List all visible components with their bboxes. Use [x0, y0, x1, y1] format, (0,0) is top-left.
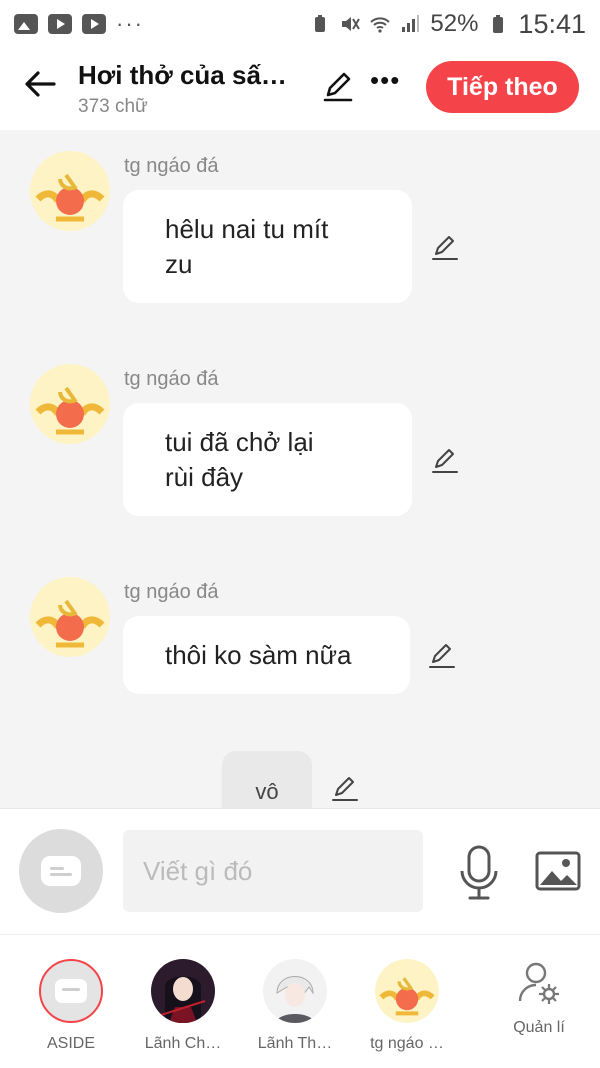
status-bar: ··· 52% 15:41 [0, 0, 600, 48]
aside-toggle-button[interactable] [19, 829, 103, 913]
message-item: tg ngáo đá hêlu nai tu mít zu [0, 148, 600, 308]
character-avatar [375, 959, 439, 1023]
more-notifications-icon: ··· [116, 11, 144, 36]
edit-message-pencil-icon[interactable] [427, 640, 457, 670]
character-label: tg ngáo … [370, 1035, 444, 1052]
edit-message-pencil-icon[interactable] [430, 232, 460, 262]
editor-header: Hơi thở của sấ… 373 chữ ••• Tiếp theo [0, 48, 600, 130]
battery-icon [493, 15, 504, 33]
character-tab-aside[interactable]: ASIDE [16, 935, 126, 1068]
message-item: tg ngáo đá tui đã chở lại rùi đây [0, 361, 600, 521]
story-title: Hơi thở của sấ… [78, 60, 287, 90]
author-avatar[interactable] [30, 151, 110, 231]
edit-title-pencil-icon[interactable] [320, 68, 356, 104]
dark-hair-girl-avatar-image [151, 959, 215, 1023]
battery-saver-icon [315, 15, 326, 32]
message-item: tg ngáo đá thôi ko sàm nữa [0, 574, 600, 699]
message-text-line: tui đã chở lại [165, 426, 314, 457]
aside-bubble[interactable]: vô [222, 751, 312, 811]
user-settings-icon [518, 962, 559, 1004]
youtube-notification-icon [82, 14, 106, 34]
message-bubble[interactable]: hêlu nai tu mít zu [123, 190, 412, 303]
emblem-avatar-image [30, 577, 110, 657]
mute-icon [342, 17, 361, 31]
back-arrow-icon[interactable] [20, 64, 60, 104]
white-hair-boy-avatar-image [263, 959, 327, 1023]
author-name: tg ngáo đá [124, 368, 219, 390]
character-label: Lãnh Ch… [144, 1035, 222, 1052]
character-avatar [151, 959, 215, 1023]
message-input[interactable] [123, 830, 423, 912]
composer-bar [0, 808, 600, 935]
mic-icon[interactable] [458, 845, 500, 901]
author-avatar[interactable] [30, 364, 110, 444]
next-button[interactable]: Tiếp theo [426, 61, 579, 113]
wifi-icon [370, 17, 391, 33]
clock: 15:41 [518, 8, 586, 39]
signal-icon [402, 15, 420, 32]
edit-message-pencil-icon[interactable] [430, 445, 460, 475]
message-text-line: rùi đây [165, 461, 244, 492]
gallery-notification-icon [14, 14, 38, 34]
author-avatar[interactable] [30, 577, 110, 657]
manage-characters-button[interactable]: Quản lí [484, 935, 594, 1068]
message-bubble[interactable]: tui đã chở lại rùi đây [123, 403, 412, 516]
author-name: tg ngáo đá [124, 581, 219, 603]
message-bubble[interactable]: thôi ko sàm nữa [123, 616, 410, 694]
message-text-line: hêlu nai tu mít [165, 213, 329, 244]
author-name: tg ngáo đá [124, 155, 219, 177]
character-label: ASIDE [46, 1035, 95, 1052]
character-label: Lãnh Th… [257, 1035, 333, 1052]
emblem-avatar-image [375, 959, 439, 1023]
manage-label: Quản lí [513, 1019, 565, 1036]
chat-bubble-icon [55, 979, 87, 1003]
character-tab-lanh-th[interactable]: Lãnh Th… [240, 935, 350, 1068]
video-notification-icon [48, 14, 72, 34]
edit-aside-pencil-icon[interactable] [330, 773, 360, 803]
chat-bubble-icon [41, 856, 81, 886]
character-avatar [263, 959, 327, 1023]
emblem-avatar-image [30, 151, 110, 231]
character-tab-lanh-ch[interactable]: Lãnh Ch… [128, 935, 238, 1068]
character-tab-tg-ngao[interactable]: tg ngáo … [352, 935, 462, 1068]
word-count: 373 chữ [78, 96, 148, 117]
aside-avatar [39, 959, 103, 1023]
image-icon[interactable] [535, 851, 581, 891]
emblem-avatar-image [30, 364, 110, 444]
more-icon[interactable]: ••• [370, 67, 400, 93]
message-text-line: thôi ko sàm nữa [165, 639, 352, 670]
message-text-line: zu [165, 248, 193, 279]
battery-percent: 52% [430, 10, 479, 37]
character-bar: ASIDE Lãnh Ch… Lãnh Th… tg ngáo … Quản l… [0, 934, 600, 1068]
